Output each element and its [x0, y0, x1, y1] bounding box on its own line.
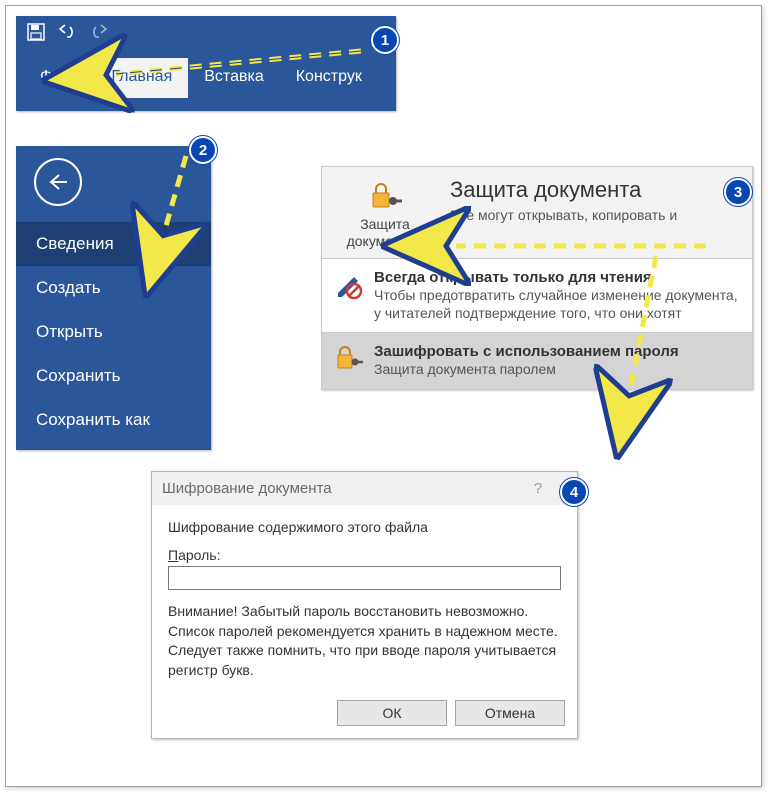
password-input[interactable] [168, 566, 561, 590]
ribbon: Файл Главная Вставка Конструк [16, 16, 396, 111]
tab-design[interactable]: Конструк [280, 58, 366, 98]
page-frame: Файл Главная Вставка Конструк Сведения С… [5, 5, 762, 787]
help-icon[interactable]: ? [534, 480, 542, 497]
lock-key-small-icon [334, 343, 364, 371]
tab-insert[interactable]: Вставка [188, 58, 279, 98]
dialog-warning: Внимание! Забытый пароль восстановить не… [168, 602, 561, 680]
redo-icon[interactable] [88, 24, 110, 40]
protect-option-encrypt-desc: Защита документа паролем [374, 360, 679, 378]
dialog-title-text: Шифрование документа [162, 480, 332, 497]
protect-button-label-2: документа [347, 233, 415, 249]
undo-icon[interactable] [56, 24, 78, 40]
protect-document-button[interactable]: Защита документа [322, 167, 448, 258]
cancel-button[interactable]: Отмена [455, 700, 565, 726]
protect-subtitle: Все могут открывать, копировать и [450, 207, 677, 223]
backstage-item-info[interactable]: Сведения [16, 222, 211, 266]
protect-option-encrypt-title: Зашифровать с использованием пароля [374, 343, 679, 360]
step-badge-2: 2 [189, 136, 217, 164]
pen-forbid-icon [334, 269, 364, 301]
tab-file[interactable]: Файл [24, 58, 95, 98]
dialog-heading: Шифрование содержимого этого файла [168, 519, 561, 535]
dialog-titlebar: Шифрование документа ? × [152, 472, 577, 505]
protect-title: Защита документа [450, 177, 677, 203]
ribbon-tabs: Файл Главная Вставка Конструк [16, 42, 396, 98]
protect-option-readonly[interactable]: Всегда открывать только для чтения Чтобы… [322, 258, 752, 332]
protect-option-readonly-title: Всегда открывать только для чтения [374, 269, 742, 286]
backstage-item-saveas[interactable]: Сохранить как [16, 398, 211, 442]
save-icon[interactable] [26, 22, 46, 42]
protect-button-label-1: Защита [360, 216, 410, 232]
lock-key-icon [326, 179, 444, 216]
step-badge-4: 4 [560, 478, 588, 506]
back-button[interactable] [34, 158, 82, 206]
ok-button[interactable]: ОК [337, 700, 447, 726]
backstage-menu: Сведения Создать Открыть Сохранить Сохра… [16, 146, 211, 450]
quick-access-toolbar [16, 16, 396, 42]
backstage-item-new[interactable]: Создать [16, 266, 211, 310]
password-label: Пароль: [168, 547, 561, 563]
step-badge-1: 1 [371, 26, 399, 54]
backstage-item-save[interactable]: Сохранить [16, 354, 211, 398]
encrypt-dialog: Шифрование документа ? × Шифрование соде… [151, 471, 578, 739]
protect-option-readonly-desc: Чтобы предотвратить случайное изменение … [374, 286, 742, 322]
backstage-item-open[interactable]: Открыть [16, 310, 211, 354]
protect-option-encrypt[interactable]: Зашифровать с использованием пароля Защи… [322, 332, 752, 388]
step-badge-3: 3 [724, 178, 752, 206]
protect-document-panel: Защита документа Защита документа Все мо… [321, 166, 753, 390]
tab-home[interactable]: Главная [95, 58, 188, 98]
